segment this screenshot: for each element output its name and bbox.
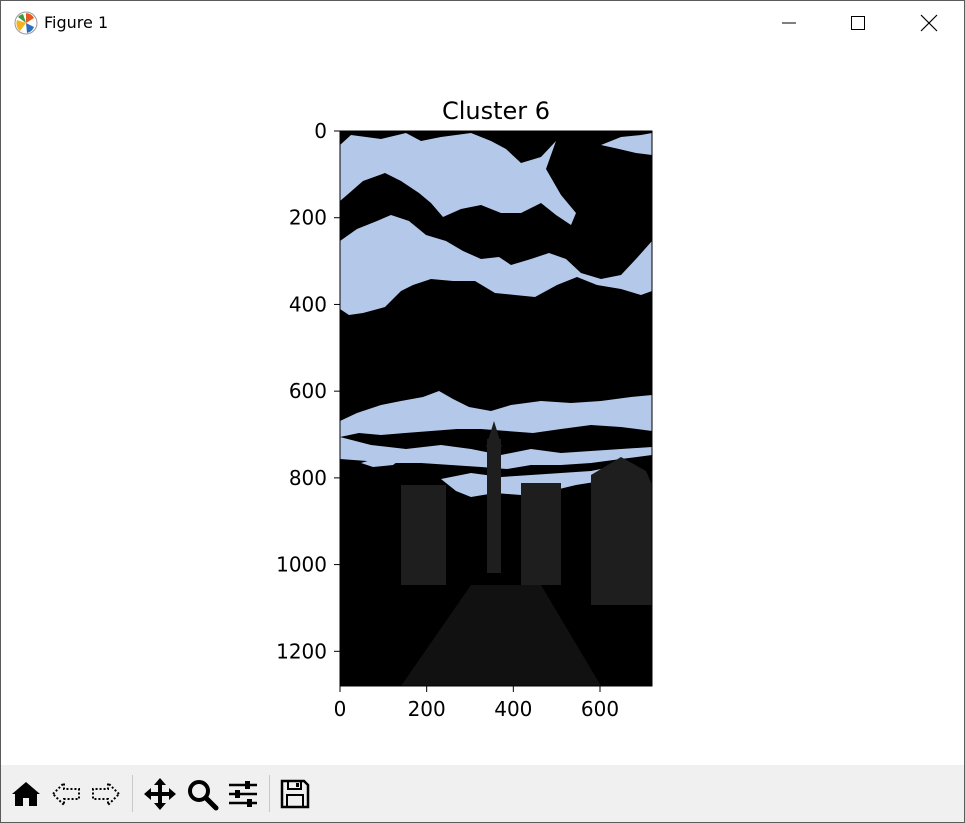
toolbar-separator [269, 775, 270, 812]
building-mid [521, 483, 561, 585]
save-disk-icon [280, 779, 310, 809]
figure-window: Figure 1 Cluster 6 0 200 400 600 0 200 4… [0, 0, 965, 823]
y-tick-label: 400 [289, 292, 327, 316]
y-tick-label: 600 [289, 379, 327, 403]
y-tick-label: 1200 [276, 639, 327, 663]
plot-title: Cluster 6 [442, 97, 550, 125]
minimize-button[interactable] [759, 1, 819, 45]
x-tick-label: 600 [581, 697, 619, 721]
forward-arrow-icon [92, 780, 121, 808]
x-axis-ticks: 0 200 400 600 [334, 686, 619, 721]
navigation-toolbar [1, 765, 964, 822]
home-button[interactable] [8, 776, 44, 812]
pan-button[interactable] [142, 776, 178, 812]
y-axis-ticks: 0 200 400 600 800 1000 1200 [276, 119, 340, 663]
y-tick-label: 1000 [276, 553, 327, 577]
close-button[interactable] [899, 1, 959, 45]
save-button[interactable] [277, 776, 313, 812]
zoom-magnifier-icon [188, 780, 219, 811]
x-tick-label: 200 [408, 697, 446, 721]
plot-area[interactable]: Cluster 6 0 200 400 600 0200400600800100… [1, 45, 964, 765]
zoom-button[interactable] [184, 776, 220, 812]
back-button[interactable] [48, 776, 84, 812]
toolbar-separator [132, 775, 133, 812]
matplotlib-app-icon [14, 11, 38, 35]
x-tick-label: 0 [334, 697, 347, 721]
back-arrow-icon [51, 780, 80, 808]
tower-body [487, 439, 501, 573]
dome [591, 457, 652, 605]
configure-subplots-button[interactable] [225, 776, 261, 812]
figure-canvas[interactable]: Cluster 6 0 200 400 600 0 200 400 600 80… [1, 45, 964, 765]
x-tick-label: 400 [494, 697, 532, 721]
forward-button[interactable] [88, 776, 124, 812]
pan-move-icon [144, 778, 176, 810]
cluster-image [340, 131, 652, 686]
home-icon [12, 782, 40, 806]
minimize-icon [782, 22, 796, 24]
window-title: Figure 1 [44, 13, 109, 32]
maximize-icon [851, 16, 865, 30]
close-icon [920, 14, 938, 32]
configure-subplots-icon [229, 781, 257, 807]
building-left [401, 485, 446, 585]
title-bar[interactable]: Figure 1 [1, 1, 964, 45]
y-tick-label: 0 [314, 119, 327, 143]
y-tick-label: 800 [289, 466, 327, 490]
maximize-button[interactable] [828, 1, 888, 45]
y-tick-label: 200 [289, 206, 327, 230]
